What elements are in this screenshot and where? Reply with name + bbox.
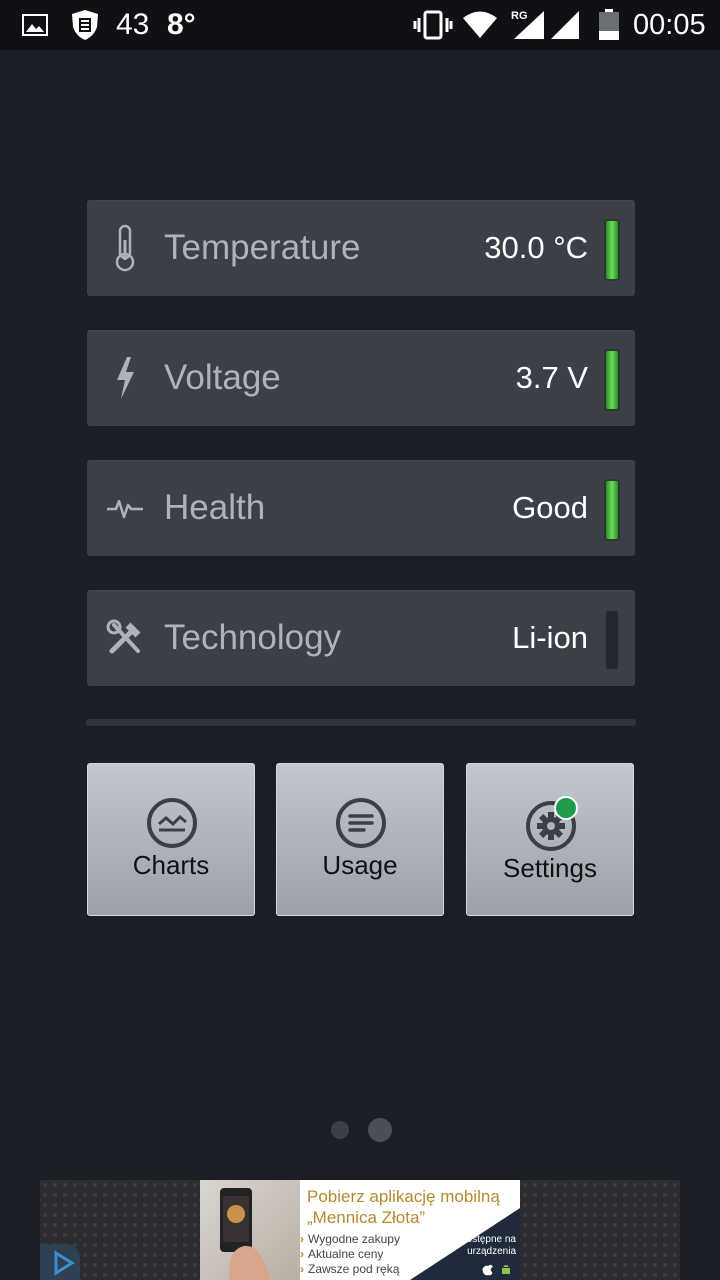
ad-bullet: Aktualne ceny <box>308 1247 384 1261</box>
card-label: Technology <box>164 618 342 657</box>
chart-icon <box>146 797 198 849</box>
status-indicator <box>606 611 618 669</box>
button-label: Settings <box>503 853 597 883</box>
card-label: Voltage <box>164 358 281 397</box>
thermometer-icon <box>105 224 145 272</box>
ad-choices-icon[interactable] <box>40 1244 80 1280</box>
card-value: Li-ion <box>512 620 588 655</box>
status-indicator <box>606 481 618 539</box>
page-indicator-1[interactable] <box>331 1121 349 1139</box>
page-indicator-2[interactable] <box>368 1118 392 1142</box>
signal-icon <box>513 0 545 50</box>
clock: 00:05 <box>633 8 706 41</box>
usage-button[interactable]: Usage <box>276 763 444 916</box>
heartbeat-icon <box>105 484 145 532</box>
card-value: Good <box>512 490 588 525</box>
list-icon <box>335 797 387 849</box>
ad-phone-image <box>200 1180 300 1280</box>
voltage-card: Voltage 3.7 V <box>87 330 635 426</box>
ad-availability: Dostępne na urządzenia <box>459 1234 516 1257</box>
ad-bullets: › Wygodne zakupy › Aktualne ceny › Zawsze p… <box>300 1232 400 1276</box>
android-icon <box>502 1265 510 1274</box>
settings-button[interactable]: Settings <box>466 763 634 916</box>
status-indicator <box>606 221 618 279</box>
wifi-icon <box>462 0 498 50</box>
vibrate-icon <box>413 0 453 50</box>
signal-icon-2 <box>550 0 580 50</box>
ad-banner[interactable]: Pobierz aplikację mobilną „Mennica Złota… <box>40 1180 680 1280</box>
ad-bullet: Wygodne zakupy <box>308 1232 400 1246</box>
status-bar: 43 8° RG 00:05 <box>0 0 720 50</box>
ad-store-icons <box>482 1262 512 1276</box>
weather-temperature: 8° <box>167 8 196 41</box>
tools-icon <box>105 614 145 662</box>
divider <box>86 719 636 726</box>
battery-icon <box>598 0 620 50</box>
card-value: 3.7 V <box>515 360 588 395</box>
temperature-card: Temperature 30.0 °C <box>87 200 635 296</box>
technology-card: Technology Li-ion <box>87 590 635 686</box>
card-value: 30.0 °C <box>484 230 588 265</box>
ad-content[interactable]: Pobierz aplikację mobilną „Mennica Złota… <box>200 1180 520 1280</box>
notification-badge <box>554 796 578 820</box>
ad-bullet: Zawsze pod ręką <box>308 1262 400 1276</box>
lightning-icon <box>105 354 145 402</box>
shield-icon <box>70 0 100 50</box>
charts-button[interactable]: Charts <box>87 763 255 916</box>
card-label: Temperature <box>164 228 361 267</box>
notification-count: 43 <box>116 8 150 41</box>
button-label: Charts <box>132 850 210 880</box>
image-icon <box>22 0 48 50</box>
apple-icon <box>482 1264 493 1276</box>
health-card: Health Good <box>87 460 635 556</box>
status-indicator <box>606 351 618 409</box>
card-label: Health <box>164 488 266 527</box>
button-label: Usage <box>322 850 398 880</box>
